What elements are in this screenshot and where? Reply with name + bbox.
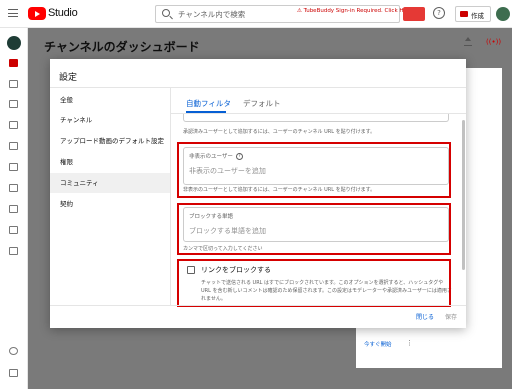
copyright-icon[interactable] xyxy=(9,184,18,192)
channel-avatar[interactable] xyxy=(7,36,21,50)
menu-icon[interactable] xyxy=(8,9,18,17)
youtube-logo-icon[interactable] xyxy=(28,7,46,20)
tab-defaults[interactable]: デフォルト xyxy=(243,98,281,109)
tubebuddy-icon[interactable] xyxy=(403,7,425,21)
save-button[interactable]: 保存 xyxy=(445,312,457,321)
settings-gear-icon[interactable] xyxy=(9,347,18,355)
settings-dialog: 設定 全般 チャンネル アップロード動画のデフォルト設定 権限 コミュニティ 契… xyxy=(50,59,466,328)
approved-users-field[interactable] xyxy=(183,114,449,122)
nav-item-community[interactable]: コミュニティ xyxy=(50,173,170,193)
background-card-link[interactable]: 今すぐ開始 xyxy=(364,340,392,348)
more-options-icon[interactable]: ⋮ xyxy=(406,339,413,347)
page-title: チャンネルのダッシュボード xyxy=(44,40,200,54)
close-button[interactable]: 閉じる xyxy=(416,312,434,321)
comments-icon[interactable] xyxy=(9,142,18,150)
top-bar: Studio チャンネル内で検索 ⚠ TubeBuddy Sign-in Req… xyxy=(0,0,512,28)
nav-item-general[interactable]: 全般 xyxy=(50,90,170,110)
highlight-hidden-users xyxy=(177,142,451,198)
video-camera-icon xyxy=(460,11,468,17)
earn-icon[interactable] xyxy=(9,205,18,213)
highlight-block-links xyxy=(177,259,451,307)
left-sidebar xyxy=(0,28,28,389)
content-icon[interactable] xyxy=(9,80,18,88)
create-label: 作成 xyxy=(471,12,484,20)
content-scrollbar[interactable] xyxy=(462,120,465,305)
nav-item-permissions[interactable]: 権限 xyxy=(50,152,170,172)
divider xyxy=(50,305,466,306)
analytics-icon[interactable] xyxy=(9,121,18,129)
feedback-icon[interactable] xyxy=(9,369,18,377)
extension-warning[interactable]: ⚠ TubeBuddy Sign-in Required. Click Here xyxy=(297,8,412,14)
nav-item-channel[interactable]: チャンネル xyxy=(50,110,170,130)
playlists-icon[interactable] xyxy=(9,100,18,108)
highlight-blocked-words xyxy=(177,203,451,255)
scrollbar-thumb[interactable] xyxy=(462,120,465,270)
settings-nav: 全般 チャンネル アップロード動画のデフォルト設定 権限 コミュニティ 契約 xyxy=(50,88,170,305)
search-placeholder: チャンネル内で検索 xyxy=(178,10,246,19)
dialog-title: 設定 xyxy=(59,73,78,83)
dashboard-icon[interactable] xyxy=(9,59,18,67)
live-icon[interactable]: ((•)) xyxy=(486,38,501,46)
help-icon[interactable]: ? xyxy=(433,7,445,19)
studio-brand: Studio xyxy=(48,7,78,19)
background-card xyxy=(466,68,502,328)
audio-library-icon[interactable] xyxy=(9,247,18,255)
subtitles-icon[interactable] xyxy=(9,163,18,171)
approved-users-help: 承認済みユーザーとして追加するには、ユーザーのチャンネル URL を貼り付けます… xyxy=(183,129,376,135)
account-avatar[interactable] xyxy=(496,7,510,21)
upload-icon[interactable] xyxy=(464,37,472,46)
search-icon xyxy=(162,9,170,17)
background-card-lower: 今すぐ開始 ⋮ xyxy=(356,328,502,368)
nav-item-agreements[interactable]: 契約 xyxy=(50,194,170,214)
nav-item-upload-defaults[interactable]: アップロード動画のデフォルト設定 xyxy=(50,131,170,151)
create-button[interactable]: 作成 xyxy=(455,6,491,22)
customization-icon[interactable] xyxy=(9,226,18,234)
tab-automated-filters[interactable]: 自動フィルタ xyxy=(186,98,231,109)
